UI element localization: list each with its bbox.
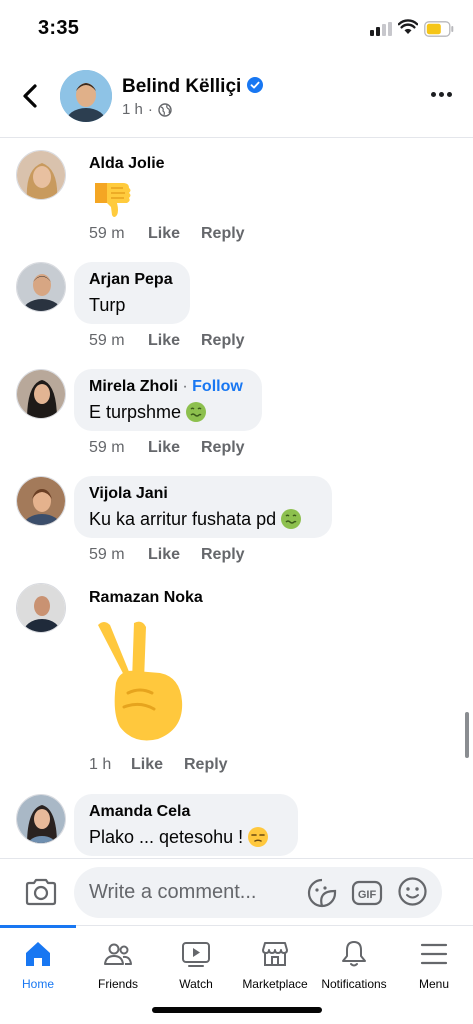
comment-text-content: Turp bbox=[89, 295, 126, 315]
tab-label: Marketplace bbox=[242, 977, 308, 991]
comment-time[interactable]: 59 m bbox=[89, 225, 148, 243]
commenter-avatar[interactable] bbox=[16, 476, 66, 526]
home-icon bbox=[26, 942, 50, 966]
like-button[interactable]: Like bbox=[148, 546, 201, 564]
comment-time[interactable]: 1 h bbox=[89, 756, 131, 774]
tab-label: Menu bbox=[418, 977, 450, 991]
comment-text: E turpshme bbox=[89, 400, 248, 424]
globe-icon bbox=[158, 102, 172, 117]
tab-label: Watch bbox=[179, 977, 213, 991]
comment-actions: 1 h Like Reply bbox=[89, 756, 228, 774]
menu-icon bbox=[420, 943, 448, 965]
comment-bubble[interactable]: Vijola Jani Ku ka arritur fushata pd bbox=[74, 476, 332, 538]
author-avatar[interactable] bbox=[60, 70, 112, 122]
author-name-text[interactable]: Belind Këlliçi bbox=[122, 76, 241, 97]
meta-dot: · bbox=[147, 101, 153, 118]
unamused-face-emoji bbox=[248, 827, 269, 847]
wifi-icon bbox=[398, 19, 418, 34]
comment-text-content: Ku ka arritur fushata pd bbox=[89, 509, 277, 529]
post-header: Belind Këlliçi 1 h · bbox=[0, 58, 473, 138]
cellular-signal-icon bbox=[370, 22, 392, 36]
friends-icon bbox=[104, 943, 132, 965]
home-indicator bbox=[152, 1007, 322, 1013]
comment-text-content: Plako ... qetesohu ! bbox=[89, 827, 244, 847]
reply-button[interactable]: Reply bbox=[201, 439, 245, 457]
scrollbar-thumb[interactable] bbox=[465, 712, 469, 758]
reply-button[interactable]: Reply bbox=[201, 332, 245, 350]
comment-text: Plako ... qetesohu ! bbox=[89, 825, 284, 849]
nauseated-face-emoji bbox=[186, 402, 207, 422]
emoji-icon[interactable] bbox=[397, 876, 428, 907]
battery-icon bbox=[424, 21, 454, 37]
comment-time[interactable]: 59 m bbox=[89, 439, 148, 457]
comment-actions: 59 m Like Reply bbox=[89, 546, 245, 564]
marketplace-icon bbox=[262, 942, 288, 966]
like-button[interactable]: Like bbox=[148, 225, 201, 243]
watch-icon bbox=[182, 942, 210, 967]
reply-button[interactable]: Reply bbox=[201, 546, 245, 564]
commenter-name[interactable]: Amanda Cela bbox=[89, 802, 284, 822]
author-name[interactable]: Belind Këlliçi bbox=[122, 76, 264, 98]
comment-bubble[interactable]: Amanda Cela Plako ... qetesohu ! bbox=[74, 794, 298, 856]
comment-time[interactable]: 59 m bbox=[89, 546, 148, 564]
commenter-name[interactable]: Ramazan Noka bbox=[89, 588, 203, 608]
comment-text: Turp bbox=[89, 293, 176, 317]
comment-text-content: E turpshme bbox=[89, 402, 182, 422]
more-options-button[interactable] bbox=[431, 92, 453, 100]
verified-badge-icon bbox=[247, 77, 264, 93]
tab-watch[interactable]: Watch bbox=[158, 926, 234, 996]
comment-actions: 59 m Like Reply bbox=[89, 225, 245, 243]
comment-bubble[interactable]: Arjan Pepa Turp bbox=[74, 262, 190, 324]
comment-bubble[interactable]: Mirela Zholi · Follow E turpshme bbox=[74, 369, 262, 431]
name-separator: · bbox=[182, 378, 188, 395]
comment-input-placeholder[interactable]: Write a comment... bbox=[89, 881, 256, 904]
tab-label: Friends bbox=[97, 977, 138, 991]
status-time: 3:35 bbox=[38, 17, 80, 39]
reply-button[interactable]: Reply bbox=[184, 756, 228, 774]
tab-menu[interactable]: Menu bbox=[396, 926, 472, 996]
comments-list: Alda Jolie 59 m Like Reply Arjan Pepa Tu… bbox=[0, 139, 473, 858]
commenter-name[interactable]: Vijola Jani bbox=[89, 484, 318, 504]
camera-icon[interactable] bbox=[24, 877, 58, 907]
comment-text: Ku ka arritur fushata pd bbox=[89, 507, 318, 531]
commenter-avatar[interactable] bbox=[16, 262, 66, 312]
comment-input[interactable]: Write a comment... GIF bbox=[74, 867, 442, 918]
commenter-avatar[interactable] bbox=[16, 583, 66, 633]
tab-marketplace[interactable]: Marketplace bbox=[237, 926, 313, 996]
thumbs-down-emoji bbox=[95, 183, 131, 217]
comment-composer: Write a comment... GIF bbox=[0, 858, 473, 924]
sticker-icon[interactable] bbox=[306, 877, 338, 909]
status-bar: 3:35 bbox=[0, 0, 473, 58]
follow-button[interactable]: Follow bbox=[192, 378, 243, 395]
comment-actions: 59 m Like Reply bbox=[89, 332, 245, 350]
like-button[interactable]: Like bbox=[148, 332, 201, 350]
comment-actions: 59 m Like Reply bbox=[89, 439, 245, 457]
commenter-avatar[interactable] bbox=[16, 150, 66, 200]
commenter-avatar[interactable] bbox=[16, 794, 66, 844]
back-button[interactable] bbox=[18, 82, 44, 110]
commenter-name[interactable]: Arjan Pepa bbox=[89, 270, 176, 290]
gif-icon[interactable]: GIF bbox=[351, 879, 383, 907]
commenter-name[interactable]: Mirela Zholi bbox=[89, 378, 178, 395]
commenter-avatar[interactable] bbox=[16, 369, 66, 419]
tab-friends[interactable]: Friends bbox=[80, 926, 156, 996]
like-button[interactable]: Like bbox=[148, 439, 201, 457]
tab-label: Notifications bbox=[321, 977, 387, 991]
svg-text:GIF: GIF bbox=[358, 889, 377, 901]
tab-notifications[interactable]: Notifications bbox=[316, 926, 392, 996]
commenter-name[interactable]: Alda Jolie bbox=[89, 154, 165, 174]
like-button[interactable]: Like bbox=[131, 756, 184, 774]
comment-time[interactable]: 59 m bbox=[89, 332, 148, 350]
post-meta: 1 h · bbox=[122, 101, 172, 118]
reply-button[interactable]: Reply bbox=[201, 225, 245, 243]
tab-label: Home bbox=[21, 977, 54, 991]
victory-hand-emoji bbox=[98, 621, 183, 741]
post-time[interactable]: 1 h bbox=[122, 101, 143, 118]
nauseated-face-emoji bbox=[281, 509, 302, 529]
tab-home[interactable]: Home bbox=[0, 926, 76, 996]
bell-icon bbox=[342, 941, 366, 967]
